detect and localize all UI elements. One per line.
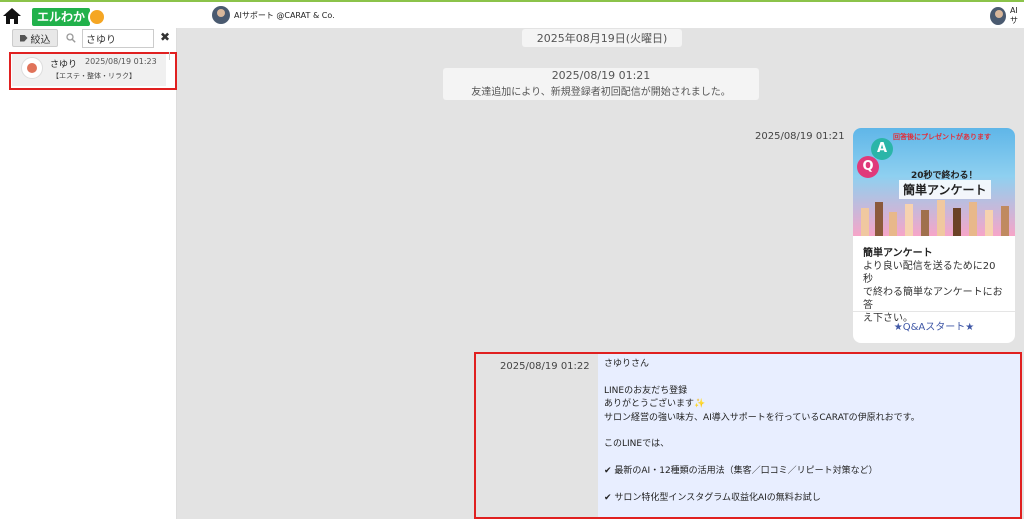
contact-sidebar: 絞込 ✖ さゆり 2025/08/19 01:23 【エステ・整体・リラク】 — [0, 28, 177, 519]
app-logo[interactable]: エルわか — [32, 8, 107, 26]
card-description-line: より良い配信を送るために20秒 — [863, 261, 996, 285]
card-image-title: 簡単アンケート — [899, 180, 991, 199]
mascot-icon — [88, 8, 107, 26]
system-message-time: 2025/08/19 01:21 — [551, 69, 651, 82]
account-avatar — [212, 6, 230, 24]
account-name: AIサポート @CARAT & Co. — [234, 10, 335, 20]
date-separator: 2025年08月19日(火曜日) — [522, 29, 682, 47]
answer-bubble-icon: A — [871, 138, 893, 160]
chat-area: 2025年08月19日(火曜日) 2025/08/19 01:21 友達追加によ… — [177, 28, 1024, 519]
card-title: 簡単アンケート — [863, 248, 933, 259]
card-description-line: で終わる簡単なアンケートにお答 — [863, 287, 1003, 311]
system-message-text: 友達追加により、新規登録者初回配信が開始されました。 — [471, 87, 731, 98]
clear-search-icon[interactable]: ✖ — [160, 30, 170, 44]
filter-label: 絞込 — [30, 34, 51, 46]
survey-card-image: 回答後にプレゼントがあります A Q 20秒で終わる！ 簡単アンケート — [853, 128, 1015, 236]
card-message-time: 2025/08/19 01:21 — [755, 131, 845, 142]
account-selector-right[interactable]: AIサ — [990, 6, 1024, 26]
raised-hands-illustration — [861, 200, 1009, 236]
top-bar: エルわか AIサポート @CARAT & Co. AIサ — [0, 0, 1024, 28]
survey-card: 回答後にプレゼントがあります A Q 20秒で終わる！ 簡単アンケート 簡単アン… — [853, 128, 1015, 343]
account-name-right: AIサ — [1009, 6, 1018, 25]
home-icon[interactable] — [2, 7, 22, 25]
account-selector[interactable]: AIサポート @CARAT & Co. — [212, 6, 335, 24]
message-highlight-box — [474, 352, 1022, 519]
search-icon — [66, 33, 76, 43]
contact-highlight-box — [9, 52, 177, 90]
sidebar-scrollbar[interactable] — [169, 52, 174, 60]
card-description: より良い配信を送るために20秒 で終わる簡単なアンケートにお答 え下さい。 — [863, 260, 1005, 325]
tag-icon — [19, 34, 28, 42]
card-divider — [853, 311, 1015, 312]
card-banner-text: 回答後にプレゼントがあります — [893, 133, 991, 141]
filter-row: 絞込 ✖ — [0, 28, 177, 50]
logo-text: エルわか — [32, 8, 91, 26]
qa-start-button[interactable]: ★Q&Aスタート★ — [853, 318, 1015, 333]
filter-button[interactable]: 絞込 — [12, 29, 58, 47]
search-input[interactable] — [82, 29, 154, 48]
account-avatar-right — [990, 7, 1006, 25]
system-message: 2025/08/19 01:21 友達追加により、新規登録者初回配信が開始されま… — [443, 68, 759, 100]
question-bubble-icon: Q — [857, 156, 879, 178]
